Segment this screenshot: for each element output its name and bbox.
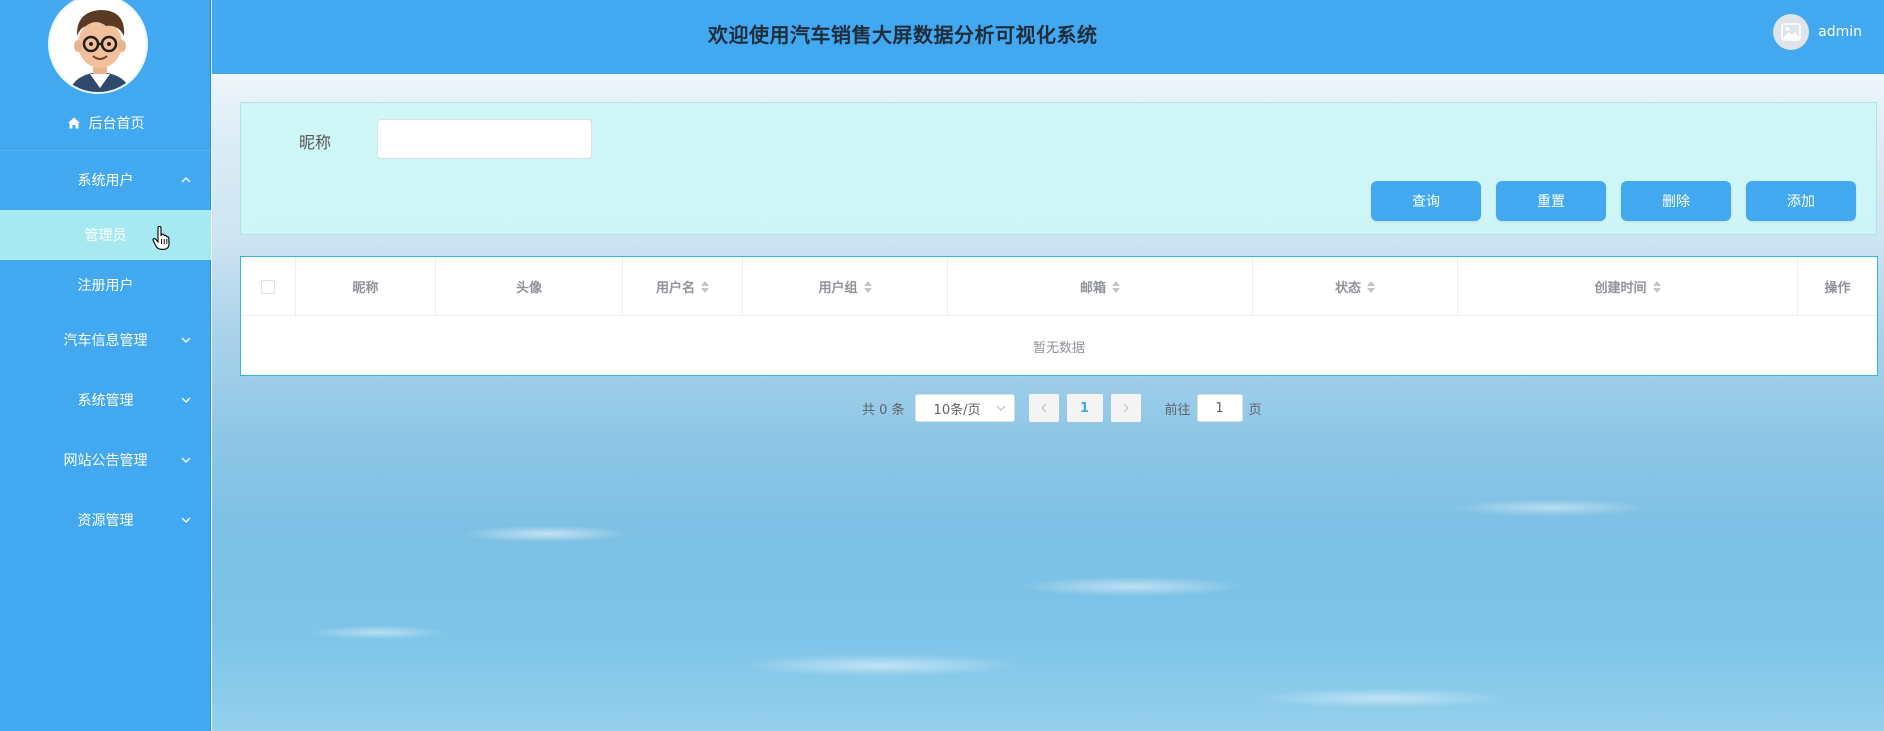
table-header: 昵称 头像 用户名 用户组 邮箱 状态 创建时间 操作 — [241, 257, 1877, 316]
sort-icon[interactable] — [1652, 280, 1661, 293]
sidebar-item-home[interactable]: 后台首页 — [0, 95, 211, 150]
reset-button[interactable]: 重置 — [1496, 181, 1606, 221]
goto-suffix: 页 — [1248, 402, 1262, 418]
pagination: 共 0 条 10条/页 1 前往 页 — [862, 394, 1262, 422]
page-number-current[interactable]: 1 — [1066, 394, 1103, 422]
column-header-email[interactable]: 邮箱 — [948, 257, 1253, 316]
sidebar-item-label: 注册用户 — [77, 278, 134, 294]
user-avatar[interactable] — [1773, 14, 1810, 50]
chevron-down-icon — [181, 517, 191, 523]
sidebar-item-announcements[interactable]: 网站公告管理 — [0, 430, 211, 490]
sidebar-item-label: 汽车信息管理 — [63, 333, 148, 349]
data-table: 昵称 头像 用户名 用户组 邮箱 状态 创建时间 操作 暂无数据 — [240, 256, 1878, 376]
user-name[interactable]: admin — [1818, 24, 1862, 40]
column-header-actions: 操作 — [1798, 257, 1877, 316]
column-header-user-group[interactable]: 用户组 — [743, 257, 948, 316]
top-header: 欢迎使用汽车销售大屏数据分析可视化系统 admin — [212, 0, 1884, 74]
table-empty-text: 暂无数据 — [1032, 340, 1085, 356]
chevron-up-icon — [181, 177, 191, 183]
sidebar-item-admin[interactable]: 管理员 — [0, 210, 211, 260]
column-label: 邮箱 — [1079, 281, 1106, 296]
select-all-checkbox[interactable] — [261, 279, 275, 294]
column-header-avatar: 头像 — [436, 257, 623, 316]
column-label: 用户组 — [818, 281, 858, 296]
chevron-left-icon — [1040, 403, 1047, 413]
sidebar-avatar-area — [0, 0, 210, 95]
column-label: 用户名 — [655, 281, 695, 296]
column-header-username[interactable]: 用户名 — [623, 257, 743, 316]
sort-icon[interactable] — [1367, 280, 1375, 293]
column-header-created-time[interactable]: 创建时间 — [1458, 257, 1798, 316]
sidebar-item-label: 系统用户 — [77, 173, 134, 189]
page-size-value: 10条/页 — [933, 402, 981, 418]
goto-label: 前往 — [1164, 402, 1191, 418]
prev-page-button[interactable] — [1028, 394, 1059, 422]
sidebar-item-label: 后台首页 — [88, 115, 145, 132]
sidebar-item-registered-users[interactable]: 注册用户 — [0, 260, 211, 310]
column-label: 操作 — [1824, 281, 1851, 296]
query-button[interactable]: 查询 — [1371, 181, 1481, 221]
sidebar-item-system-management[interactable]: 系统管理 — [0, 370, 211, 430]
sidebar-item-system-users[interactable]: 系统用户 — [0, 150, 211, 210]
column-label: 状态 — [1334, 281, 1361, 296]
column-label: 昵称 — [352, 281, 379, 296]
nickname-search-input[interactable] — [377, 119, 592, 159]
column-header-status[interactable]: 状态 — [1253, 257, 1458, 316]
sidebar: 后台首页 系统用户 管理员 注册用户 汽车信息管理 系统管理 网站公告管理 资源… — [0, 0, 211, 731]
column-label: 头像 — [515, 281, 542, 296]
sidebar-item-label: 系统管理 — [77, 393, 134, 409]
cartoon-avatar-icon — [50, 0, 146, 92]
nickname-label: 昵称 — [299, 133, 332, 152]
sort-icon[interactable] — [1112, 280, 1120, 293]
sidebar-item-label: 资源管理 — [77, 513, 134, 529]
avatar — [48, 0, 148, 94]
pagination-total: 共 0 条 — [862, 402, 905, 418]
chevron-down-icon — [181, 337, 191, 343]
sidebar-item-resources[interactable]: 资源管理 — [0, 490, 211, 550]
chevron-down-icon — [181, 457, 191, 463]
column-label: 创建时间 — [1594, 281, 1647, 296]
hand-cursor-icon — [152, 226, 170, 250]
sidebar-item-label: 管理员 — [84, 228, 127, 244]
sort-icon[interactable] — [863, 280, 872, 293]
page-size-select[interactable]: 10条/页 — [914, 394, 1015, 422]
sort-icon[interactable] — [701, 280, 709, 293]
select-all-cell — [241, 257, 296, 316]
page-title: 欢迎使用汽车销售大屏数据分析可视化系统 — [708, 23, 1098, 47]
sidebar-item-car-info[interactable]: 汽车信息管理 — [0, 310, 211, 370]
chevron-right-icon — [1123, 403, 1129, 413]
search-panel: 昵称 查询 重置 删除 添加 — [240, 102, 1877, 235]
user-menu[interactable]: admin — [1773, 14, 1862, 50]
chevron-down-icon — [181, 397, 191, 403]
next-page-button[interactable] — [1110, 394, 1141, 422]
sidebar-item-label: 网站公告管理 — [63, 453, 148, 469]
delete-button[interactable]: 删除 — [1621, 181, 1731, 221]
image-placeholder-icon — [1781, 23, 1801, 41]
chevron-down-icon — [996, 405, 1005, 411]
home-icon — [67, 117, 80, 128]
add-button[interactable]: 添加 — [1746, 181, 1856, 221]
column-header-nickname: 昵称 — [296, 257, 436, 316]
goto-page-input[interactable] — [1196, 394, 1243, 422]
